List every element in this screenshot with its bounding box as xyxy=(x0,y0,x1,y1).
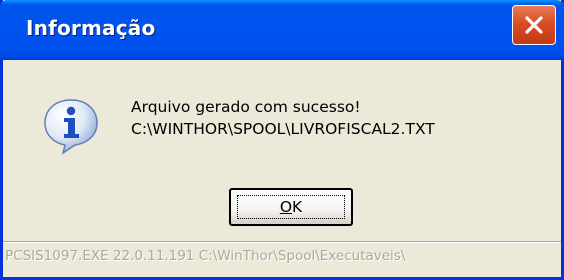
title-bar[interactable]: Informação xyxy=(0,0,564,60)
message-text: Arquivo gerado com sucesso! C:\WINTHOR\S… xyxy=(131,96,435,140)
dialog-body: Arquivo gerado com sucesso! C:\WINTHOR\S… xyxy=(3,60,561,277)
message-line-1: Arquivo gerado com sucesso! xyxy=(131,98,361,116)
ok-label-rest: K xyxy=(292,198,303,216)
ok-button[interactable]: OK xyxy=(229,188,353,226)
ok-mnemonic: O xyxy=(279,198,293,216)
message-line-2: C:\WINTHOR\SPOOL\LIVROFISCAL2.TXT xyxy=(131,120,435,138)
close-icon xyxy=(525,16,543,34)
information-icon xyxy=(44,99,98,155)
ok-button-label: OK xyxy=(280,198,302,216)
close-button[interactable] xyxy=(512,5,556,45)
status-bar: PCSIS1097.EXE 22.0.11.191 C:\WinThor\Spo… xyxy=(3,241,561,272)
message-dialog: Informação Arquivo gerado com sucesso! C… xyxy=(0,0,564,280)
window-title: Informação xyxy=(26,16,156,40)
status-text: PCSIS1097.EXE 22.0.11.191 C:\WinThor\Spo… xyxy=(5,248,406,264)
